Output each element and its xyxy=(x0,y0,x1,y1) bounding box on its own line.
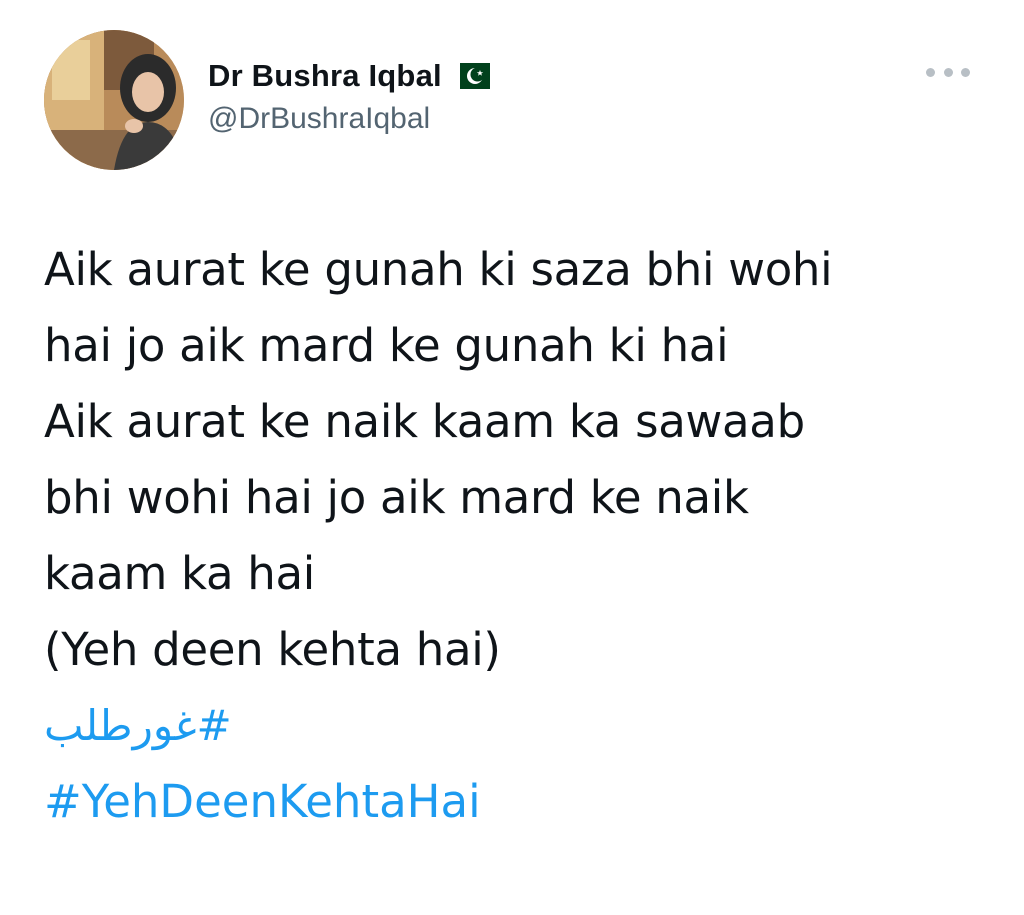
tweet-text-line: hai jo aik mard ke gunah ki hai xyxy=(44,319,729,372)
tweet-text-line: Aik aurat ke naik kaam ka sawaab xyxy=(44,395,805,448)
more-options-icon[interactable] xyxy=(926,64,970,80)
hashtag-link-urdu[interactable]: #غورطلب xyxy=(44,688,984,764)
tweet-text-line: (Yeh deen kehta hai) xyxy=(44,623,501,676)
author-handle[interactable]: @DrBushraIqbal xyxy=(208,102,490,136)
avatar-image xyxy=(44,30,184,170)
tweet-text-line: Aik aurat ke gunah ki saza bhi wohi xyxy=(44,243,833,296)
more-dot xyxy=(926,67,935,77)
more-dot xyxy=(961,67,970,77)
more-dot xyxy=(943,67,953,77)
tweet-text: Aik aurat ke gunah ki saza bhi wohi hai … xyxy=(44,232,984,840)
tweet-card: Dr Bushra Iqbal @DrBushraIqbal Aik aurat… xyxy=(0,0,1024,915)
tweet-text-line: kaam ka hai xyxy=(44,547,316,600)
hashtag-link[interactable]: #YehDeenKehtaHai xyxy=(44,764,984,840)
display-name[interactable]: Dr Bushra Iqbal xyxy=(208,58,442,94)
display-name-row: Dr Bushra Iqbal xyxy=(208,56,490,96)
pakistan-flag-icon xyxy=(449,63,490,89)
author-names: Dr Bushra Iqbal @DrBushraIqbal xyxy=(208,56,490,136)
avatar[interactable] xyxy=(44,30,184,170)
tweet-header: Dr Bushra Iqbal @DrBushraIqbal xyxy=(44,30,980,170)
tweet-text-line: bhi wohi hai jo aik mard ke naik xyxy=(44,471,749,524)
